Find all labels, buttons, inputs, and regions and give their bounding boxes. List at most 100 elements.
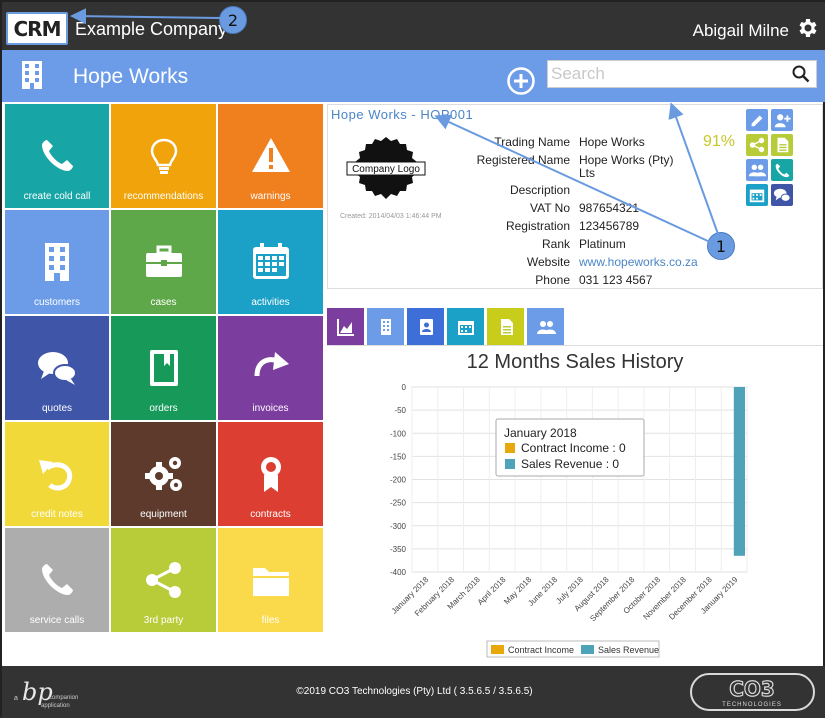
search-box: [547, 60, 817, 88]
search-icon[interactable]: [792, 65, 810, 83]
company-logo-text: Company Logo: [352, 164, 420, 175]
chart-tooltip-swatch: [505, 459, 515, 469]
search-input[interactable]: [548, 61, 778, 87]
tile-label: 3rd party: [143, 615, 184, 626]
co3-logo-sub: TECHNOLOGIES: [722, 702, 782, 708]
area-chart-icon: [336, 318, 354, 336]
footer: a bp companion application ©2019 CO3 Tec…: [2, 666, 825, 718]
tile-label: cases: [150, 297, 177, 308]
app-window: CRM Example Company Abigail Milne Hope W…: [0, 0, 825, 718]
folder-icon: [252, 568, 289, 596]
tile-credit-notes[interactable]: credit notes: [5, 422, 109, 526]
field-label-description: Description: [509, 183, 570, 197]
field-label-rank: Rank: [541, 237, 570, 251]
phone-button[interactable]: [771, 159, 793, 181]
gear-icon[interactable]: [795, 16, 819, 40]
field-value-rank: Platinum: [579, 237, 626, 251]
undo-icon: [39, 460, 73, 491]
tab-calendar[interactable]: [447, 308, 484, 345]
tile-cases[interactable]: cases: [111, 210, 216, 314]
redo-icon: [254, 352, 289, 377]
tile-equipment[interactable]: equipment: [111, 422, 216, 526]
tile-recommendations[interactable]: recommendations: [111, 104, 216, 208]
tile-label: service calls: [29, 615, 85, 626]
chat-icon: [38, 352, 77, 385]
building-icon: [22, 61, 42, 89]
chat-icon: [773, 188, 791, 202]
chart-tooltip-line: Contract Income : 0: [521, 441, 626, 455]
chart-title: 12 Months Sales History: [466, 351, 684, 373]
document-icon: [777, 137, 789, 153]
tile-create-cold-call[interactable]: create cold call: [5, 104, 109, 208]
share-button[interactable]: [746, 134, 768, 156]
chart-y-tick: -250: [390, 499, 407, 508]
chart-legend-label: Contract Income: [508, 645, 574, 655]
tab-building[interactable]: [367, 308, 404, 345]
record-header-bar: Hope Works: [2, 50, 825, 102]
tile-contracts[interactable]: contracts: [218, 422, 323, 526]
chart-y-tick: -150: [390, 452, 407, 461]
field-value-vat-no: 987654321: [579, 201, 640, 215]
co3-logo-text: CO3: [729, 677, 775, 701]
tile-label: equipment: [140, 509, 187, 520]
top-bar: CRM Example Company Abigail Milne: [2, 2, 825, 50]
tile-warnings[interactable]: warnings: [218, 104, 323, 208]
tab-area-chart[interactable]: [327, 308, 364, 345]
lightbulb-icon: [150, 138, 177, 174]
tile-label: activities: [251, 297, 290, 308]
tile-3rd-party[interactable]: 3rd party: [111, 528, 216, 632]
field-value-website[interactable]: www.hopeworks.co.za: [579, 255, 698, 269]
chart-tooltip-line: Sales Revenue : 0: [521, 457, 619, 471]
tile-customers[interactable]: customers: [5, 210, 109, 314]
co3-logo: CO3 TECHNOLOGIES: [690, 673, 815, 711]
record-title[interactable]: Hope Works - HOP001: [331, 107, 473, 122]
award-icon: [260, 457, 281, 492]
tab-document[interactable]: [487, 308, 524, 345]
chart-y-tick: -50: [394, 406, 406, 415]
tile-files[interactable]: files: [218, 528, 323, 632]
chart-legend-label: Sales Revenue: [598, 645, 659, 655]
add-contact-icon: [774, 114, 791, 128]
chat-button[interactable]: [771, 184, 793, 206]
tab-contacts[interactable]: [527, 308, 564, 345]
tile-label: customers: [33, 297, 81, 308]
tile-quotes[interactable]: quotes: [5, 316, 109, 420]
field-label-phone: Phone: [535, 273, 570, 287]
chart-tooltip-title: January 2018: [504, 426, 577, 440]
crm-logo[interactable]: CRM: [6, 12, 68, 45]
contact-card-icon: [419, 318, 433, 335]
contacts-button[interactable]: [746, 159, 768, 181]
chart-y-tick: -350: [390, 545, 407, 554]
add-circle-icon[interactable]: [506, 66, 536, 96]
tab-contact-card[interactable]: [407, 308, 444, 345]
calendar-button[interactable]: [746, 184, 768, 206]
phone-icon: [42, 140, 73, 171]
add-contact-button[interactable]: [771, 109, 793, 131]
tile-label: quotes: [41, 403, 73, 414]
building-icon: [380, 318, 391, 335]
tile-orders[interactable]: orders: [111, 316, 216, 420]
chart-y-tick: -200: [390, 476, 407, 485]
field-value-trading-name: Hope Works: [579, 135, 645, 149]
calendar-icon: [749, 189, 765, 203]
sales-history-chart: 0 -50 -100 -150 -200 -250 -300 -350 -400 January …: [390, 383, 748, 658]
tile-label: recommendations: [123, 191, 204, 202]
contacts-icon: [536, 320, 556, 334]
tile-invoices[interactable]: invoices: [218, 316, 323, 420]
edit-button[interactable]: [746, 109, 768, 131]
created-timestamp: Created: 2014/04/03 1:46:44 PM: [340, 213, 442, 220]
contacts-icon: [748, 164, 766, 177]
document-button[interactable]: [771, 134, 793, 156]
user-name[interactable]: Abigail Milne: [693, 21, 789, 41]
tile-label: warnings: [250, 191, 291, 202]
tile-service-calls[interactable]: service calls: [5, 528, 109, 632]
tile-activities[interactable]: activities: [218, 210, 323, 314]
book-icon: [149, 350, 178, 386]
chart-y-tick: -100: [390, 429, 407, 438]
calendar-icon: [457, 320, 474, 335]
tab-divider: [327, 345, 823, 346]
chart-y-tick: 0: [402, 383, 407, 392]
share-icon: [749, 137, 765, 153]
field-value-registration: 123456789: [579, 219, 640, 233]
tile-label: orders: [149, 403, 178, 414]
